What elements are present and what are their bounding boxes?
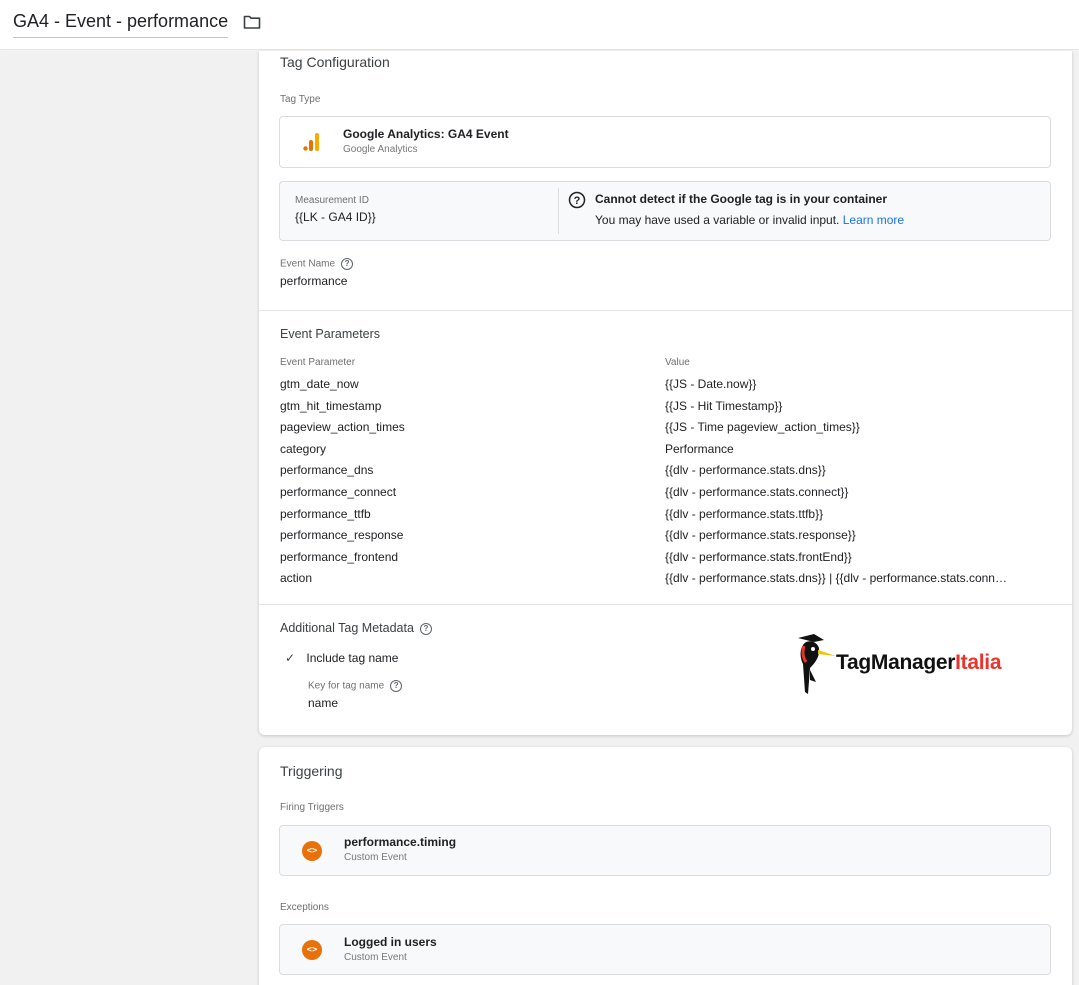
measurement-id-box: Measurement ID {{LK - GA4 ID}} ? Cannot …: [279, 181, 1051, 241]
parameter-value: {{dlv - performance.stats.frontEnd}}: [665, 550, 852, 564]
svg-text:?: ?: [574, 195, 581, 207]
key-for-tag-name-value: name: [308, 696, 339, 710]
logo-text-accent: Italia: [955, 651, 1002, 674]
parameter-value: Performance: [665, 442, 734, 456]
parameter-name: performance_frontend: [280, 550, 399, 564]
divider: [259, 604, 1072, 605]
event-name-label-row: Event Name?: [280, 258, 354, 270]
triggering-card[interactable]: Triggering Firing Triggers <> performanc…: [259, 747, 1072, 985]
trigger-type: Custom Event: [344, 952, 407, 963]
firing-triggers-label: Firing Triggers: [280, 802, 344, 813]
section-title-triggering: Triggering: [280, 763, 343, 779]
help-icon[interactable]: ?: [390, 680, 403, 692]
column-header-value: Value: [665, 357, 690, 368]
checkmark-icon: ✓: [285, 651, 296, 665]
tag-type-selector[interactable]: Google Analytics: GA4 Event Google Analy…: [279, 116, 1051, 168]
logo-wordmark: TagManagerItalia: [836, 651, 1002, 675]
parameter-value: {{dlv - performance.stats.dns}}: [665, 463, 826, 477]
tag-type-subtitle: Google Analytics: [343, 144, 418, 155]
parameter-name: performance_connect: [280, 485, 397, 499]
measurement-id-input[interactable]: {{LK - GA4 ID}}: [295, 210, 376, 224]
event-name-value: performance: [280, 274, 348, 288]
tag-type-name: Google Analytics: GA4 Event: [343, 127, 509, 141]
parameter-name: gtm_date_now: [280, 377, 359, 391]
trigger-type: Custom Event: [344, 852, 407, 863]
firing-trigger-item[interactable]: <> performance.timing Custom Event: [279, 825, 1051, 876]
folder-icon[interactable]: [243, 14, 261, 30]
include-tag-name-label: Include tag name: [306, 651, 399, 665]
divider: [259, 310, 1072, 311]
custom-event-icon: <>: [302, 940, 322, 960]
parameter-value: {{dlv - performance.stats.dns}} | {{dlv …: [665, 571, 1007, 585]
metadata-title-row: Additional Tag Metadata?: [280, 621, 432, 635]
trigger-name: performance.timing: [344, 835, 457, 849]
parameter-name: performance_response: [280, 528, 404, 542]
custom-event-icon: <>: [302, 841, 322, 861]
exception-trigger-item[interactable]: <> Logged in users Custom Event: [279, 924, 1051, 975]
woodpecker-logo-icon: [798, 634, 836, 694]
tag-configuration-card[interactable]: Tag Configuration Tag Type Google Analyt…: [259, 51, 1072, 735]
help-icon[interactable]: ?: [419, 622, 432, 635]
learn-more-link[interactable]: Learn more: [843, 213, 904, 227]
field-divider: [558, 188, 559, 234]
parameter-name: gtm_hit_timestamp: [280, 399, 382, 413]
logo-text-primary: TagManager: [836, 651, 956, 674]
parameter-name: pageview_action_times: [280, 420, 405, 434]
key-label-row: Key for tag name?: [308, 680, 403, 692]
event-name-label: Event Name: [280, 258, 336, 270]
parameter-name: performance_ttfb: [280, 507, 371, 521]
exceptions-label: Exceptions: [280, 902, 329, 913]
parameter-name: action: [280, 571, 313, 585]
measurement-id-label: Measurement ID: [295, 195, 369, 206]
section-title-event-parameters: Event Parameters: [280, 327, 381, 341]
parameter-value: {{dlv - performance.stats.connect}}: [665, 485, 849, 499]
parameter-value: {{dlv - performance.stats.ttfb}}: [665, 507, 824, 521]
section-title-tag-configuration: Tag Configuration: [280, 54, 390, 70]
include-tag-name-checkbox[interactable]: ✓ Include tag name: [285, 651, 398, 665]
section-title-additional-tag-metadata: Additional Tag Metadata: [280, 621, 414, 635]
parameter-value: {{JS - Hit Timestamp}}: [665, 399, 783, 413]
parameter-value: {{dlv - performance.stats.response}}: [665, 528, 856, 542]
column-header-event-parameter: Event Parameter: [280, 357, 356, 368]
tag-name-field[interactable]: GA4 - Event - performance: [13, 11, 229, 38]
parameter-value: {{JS - Time pageview_action_times}}: [665, 420, 860, 434]
help-icon[interactable]: ?: [341, 258, 354, 270]
help-circle-icon: ?: [568, 191, 586, 209]
parameter-name: performance_dns: [280, 463, 374, 477]
tag-type-label: Tag Type: [280, 94, 321, 105]
parameter-name: category: [280, 442, 327, 456]
key-for-tag-name-label: Key for tag name: [308, 680, 385, 692]
trigger-name: Logged in users: [344, 935, 437, 949]
warning-title: Cannot detect if the Google tag is in yo…: [595, 192, 888, 206]
parameter-value: {{JS - Date.now}}: [665, 377, 757, 391]
warning-text: You may have used a variable or invalid …: [595, 213, 840, 227]
google-analytics-icon: [303, 133, 319, 151]
warning-message: You may have used a variable or invalid …: [595, 213, 904, 227]
top-bar: GA4 - Event - performance: [0, 0, 1079, 50]
tagmanageritalia-logo: TagManagerItalia: [794, 629, 1034, 701]
